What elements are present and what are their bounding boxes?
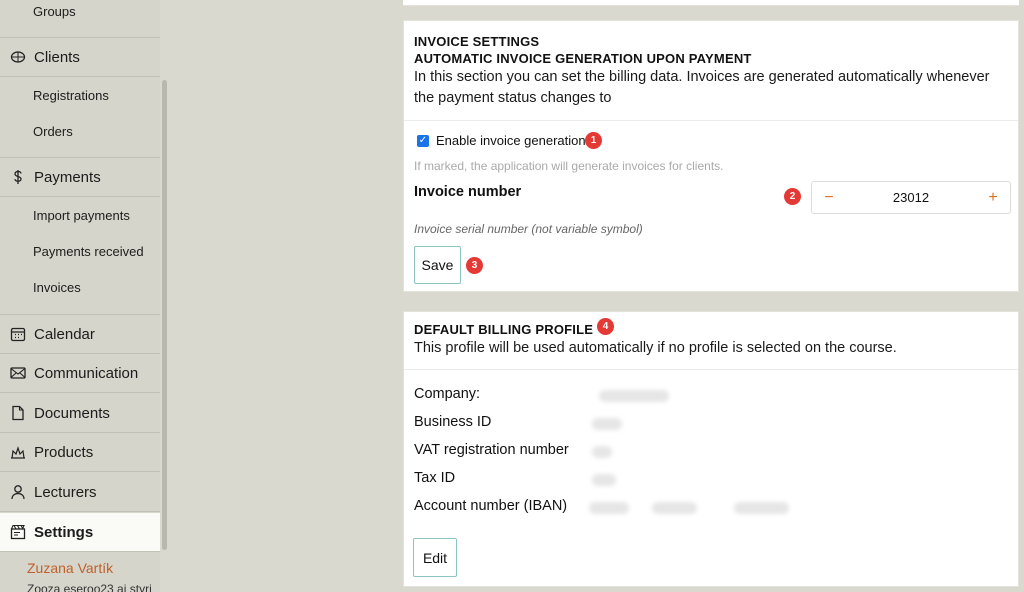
invoice-number-hint: Invoice serial number (not variable symb… — [414, 222, 643, 236]
badge-3: 3 — [466, 257, 483, 274]
badge-4: 4 — [597, 318, 614, 335]
tax-id-label: Tax ID — [414, 470, 456, 486]
vat-number-label: VAT registration number — [414, 442, 569, 458]
tax-id-value-redacted — [592, 474, 616, 486]
section-subtitle: AUTOMATIC INVOICE GENERATION UPON PAYMEN… — [414, 51, 752, 66]
sidebar-item-invoices[interactable]: Invoices — [33, 280, 81, 295]
user-subtitle: Zooza eseroo23 ai styri — [27, 582, 152, 592]
sidebar-item-lecturers[interactable]: Lecturers — [0, 473, 160, 512]
sidebar-item-label: Documents — [34, 404, 110, 422]
business-id-label: Business ID — [414, 414, 492, 430]
sidebar-item-communication[interactable]: Communication — [0, 354, 160, 393]
sidebar: Groups Clients Registrations Orders Paym… — [0, 0, 160, 592]
payments-icon — [9, 168, 27, 186]
sidebar-item-label: Communication — [34, 364, 139, 382]
user-name[interactable]: Zuzana Vartík — [27, 560, 113, 576]
sidebar-item-calendar[interactable]: Calendar — [0, 315, 160, 354]
billing-profile-header: DEFAULT BILLING PROFILE This profile wil… — [404, 312, 1018, 370]
sidebar-item-label: Clients — [34, 48, 80, 66]
company-label: Company: — [414, 386, 481, 402]
clients-icon — [9, 48, 27, 66]
invoice-number-value[interactable]: 23012 — [893, 190, 929, 205]
business-id-value-redacted — [592, 418, 622, 430]
account-number-label: Account number (IBAN) — [414, 498, 568, 514]
sidebar-item-settings[interactable]: Settings — [0, 513, 160, 552]
sidebar-item-label: Settings — [34, 523, 94, 541]
iban-part-redacted — [652, 502, 697, 514]
enable-invoice-checkbox[interactable]: ✓ — [417, 134, 429, 147]
enable-invoice-checkbox-row[interactable]: ✓ Enable invoice generation — [417, 133, 586, 148]
sidebar-item-payments-received[interactable]: Payments received — [33, 244, 144, 259]
checkbox-label[interactable]: Enable invoice generation — [436, 133, 586, 148]
vat-value-redacted — [592, 446, 612, 458]
section-description: This profile will be used automatically … — [414, 340, 897, 356]
sidebar-item-clients[interactable]: Clients — [0, 38, 160, 77]
sidebar-scrollbar[interactable] — [162, 80, 167, 550]
section-title: DEFAULT BILLING PROFILE — [414, 322, 594, 337]
mail-icon — [9, 364, 27, 382]
user-icon — [9, 483, 27, 501]
iban-part-redacted — [589, 502, 629, 514]
iban-part-redacted — [734, 502, 789, 514]
previous-card-bottom — [403, 0, 1019, 6]
products-icon — [9, 443, 27, 461]
sidebar-item-groups[interactable]: Groups — [33, 4, 76, 19]
sidebar-item-label: Products — [34, 443, 94, 461]
settings-icon — [9, 523, 27, 541]
sidebar-item-products[interactable]: Products — [0, 433, 160, 472]
increment-button[interactable]: + — [986, 189, 1000, 207]
sidebar-item-import-payments[interactable]: Import payments — [33, 208, 130, 223]
invoice-number-label: Invoice number — [414, 184, 522, 200]
calendar-icon — [9, 325, 27, 343]
billing-profile-card: DEFAULT BILLING PROFILE This profile wil… — [403, 311, 1019, 587]
sidebar-item-payments[interactable]: Payments — [0, 158, 160, 197]
decrement-button[interactable]: − — [822, 189, 836, 207]
sidebar-item-label: Lecturers — [34, 483, 97, 501]
checkbox-hint: If marked, the application will generate… — [414, 159, 724, 173]
company-value-redacted — [599, 390, 669, 402]
edit-button[interactable]: Edit — [413, 538, 457, 577]
invoice-number-stepper[interactable]: − 23012 + — [811, 181, 1011, 214]
sidebar-item-label: Payments — [34, 168, 101, 186]
invoice-settings-header: INVOICE SETTINGS AUTOMATIC INVOICE GENER… — [404, 21, 1018, 121]
sidebar-item-registrations[interactable]: Registrations — [33, 88, 109, 103]
invoice-settings-card: INVOICE SETTINGS AUTOMATIC INVOICE GENER… — [403, 20, 1019, 292]
sidebar-item-orders[interactable]: Orders — [33, 124, 73, 139]
sidebar-item-label: Calendar — [34, 325, 95, 343]
badge-1: 1 — [585, 132, 602, 149]
section-description: In this section you can set the billing … — [414, 69, 990, 106]
badge-2: 2 — [784, 188, 801, 205]
document-icon — [9, 404, 27, 422]
save-button[interactable]: Save — [414, 246, 461, 284]
sidebar-item-documents[interactable]: Documents — [0, 394, 160, 433]
section-title: INVOICE SETTINGS — [414, 34, 540, 49]
